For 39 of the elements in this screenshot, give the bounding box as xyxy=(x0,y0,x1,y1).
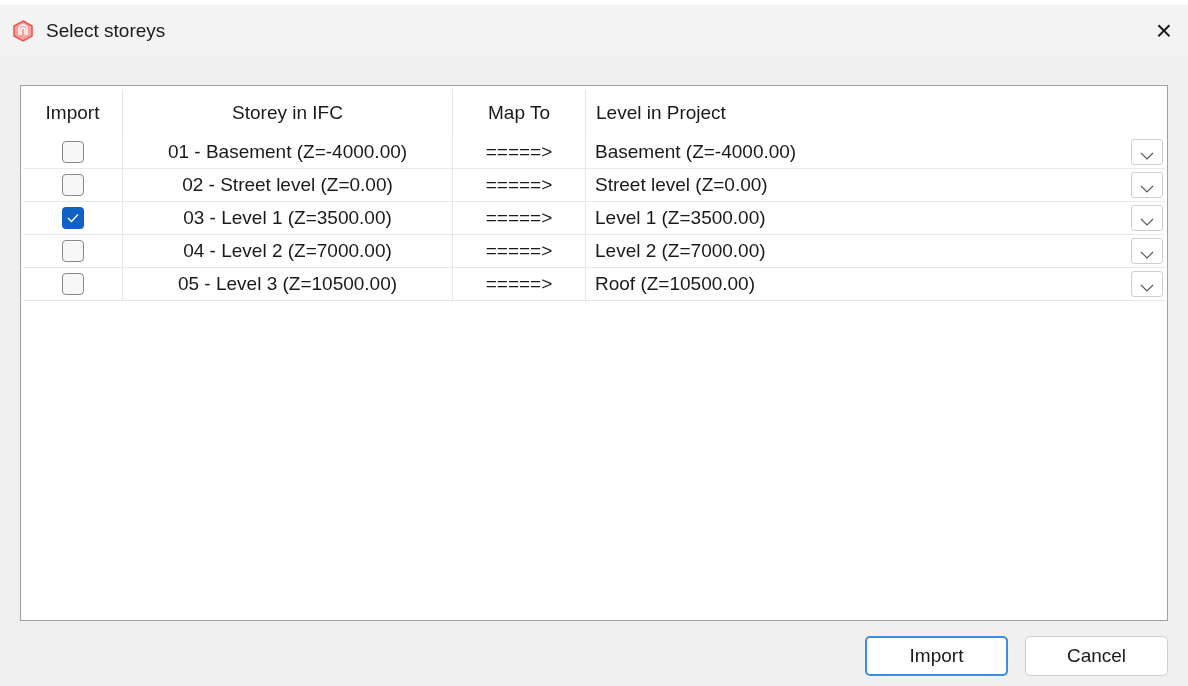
import-checkbox[interactable] xyxy=(61,207,84,229)
dropdown-button[interactable] xyxy=(1131,172,1163,198)
cancel-button[interactable]: Cancel xyxy=(1025,636,1168,676)
map-arrow: =====> xyxy=(485,139,553,164)
close-button[interactable]: × xyxy=(1151,17,1176,45)
chevron-down-icon xyxy=(1140,218,1154,226)
dropdown-button[interactable] xyxy=(1131,271,1163,297)
import-button[interactable]: Import xyxy=(865,636,1008,676)
column-header[interactable]: Level in Project xyxy=(586,90,1165,136)
chevron-down-icon xyxy=(1140,152,1154,160)
import-checkbox[interactable] xyxy=(61,273,84,295)
storey-name: 05 - Level 3 (Z=10500.00) xyxy=(177,271,398,296)
project-level: Roof (Z=10500.00) xyxy=(595,271,756,296)
import-checkbox[interactable] xyxy=(61,141,84,163)
chevron-down-icon xyxy=(1140,284,1154,292)
chevron-down-icon xyxy=(1140,185,1154,193)
map-arrow: =====> xyxy=(485,172,553,197)
column-header[interactable]: Storey in IFC xyxy=(123,90,453,136)
map-arrow: =====> xyxy=(485,271,553,296)
window-title: Select storeys xyxy=(46,18,167,43)
check-icon xyxy=(66,213,79,223)
storey-name: 04 - Level 2 (Z=7000.00) xyxy=(183,238,392,263)
project-level: Level 2 (Z=7000.00) xyxy=(595,238,767,263)
dropdown-button[interactable] xyxy=(1131,205,1163,231)
map-arrow: =====> xyxy=(485,205,553,230)
project-level: Level 1 (Z=3500.00) xyxy=(595,205,767,230)
column-header[interactable]: Map To xyxy=(453,90,586,136)
project-level: Basement (Z=-4000.00) xyxy=(595,139,798,164)
storey-name: 01 - Basement (Z=-4000.00) xyxy=(167,139,408,164)
column-header[interactable]: Import xyxy=(23,90,123,136)
import-checkbox[interactable] xyxy=(61,174,84,196)
chevron-down-icon xyxy=(1140,251,1154,259)
storey-name: 03 - Level 1 (Z=3500.00) xyxy=(183,205,392,230)
map-arrow: =====> xyxy=(485,238,553,263)
app-logo-icon xyxy=(12,20,34,42)
storey-name: 02 - Street level (Z=0.00) xyxy=(182,172,393,197)
project-level: Street level (Z=0.00) xyxy=(595,172,769,197)
dropdown-button[interactable] xyxy=(1131,139,1163,165)
import-checkbox[interactable] xyxy=(61,240,84,262)
